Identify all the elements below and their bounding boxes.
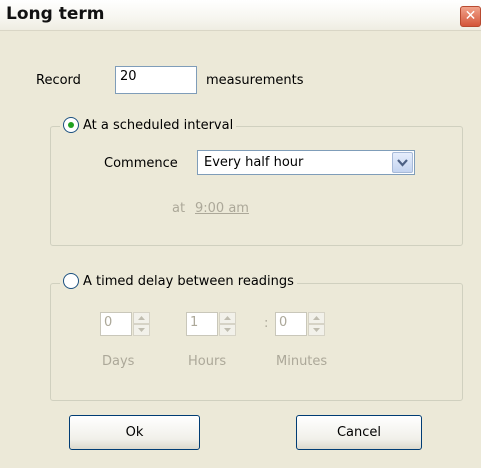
timed-delay-group [50, 283, 463, 401]
spin-up-icon[interactable] [219, 312, 236, 324]
spin-down-icon[interactable] [308, 324, 325, 336]
measurements-label: measurements [206, 73, 304, 88]
hours-label: Hours [188, 354, 227, 369]
chevron-down-icon[interactable] [392, 152, 413, 173]
spin-up-icon[interactable] [308, 312, 325, 324]
radio-selected-icon [63, 117, 79, 133]
radio-unselected-icon [63, 273, 79, 289]
scheduled-interval-label: At a scheduled interval [83, 117, 234, 133]
spin-down-icon[interactable] [219, 324, 236, 336]
minutes-label: Minutes [276, 354, 328, 369]
commence-label: Commence [104, 156, 178, 171]
cancel-button[interactable]: Cancel [296, 415, 422, 450]
record-count-input[interactable]: 20 [115, 66, 197, 94]
cancel-button-label: Cancel [336, 425, 382, 440]
record-count-value: 20 [120, 69, 137, 84]
scheduled-interval-radio[interactable]: At a scheduled interval [60, 117, 237, 133]
commence-selected-value: Every half hour [204, 155, 304, 170]
commence-select[interactable]: Every half hour [197, 150, 415, 175]
close-icon: ✕ [464, 8, 477, 24]
time-link[interactable]: 9:00 am [195, 201, 249, 216]
hours-spinner[interactable]: 1 [186, 312, 236, 336]
timed-delay-radio[interactable]: A timed delay between readings [60, 273, 297, 289]
close-button[interactable]: ✕ [460, 6, 481, 27]
timed-delay-label: A timed delay between readings [83, 273, 294, 289]
ok-button[interactable]: Ok [69, 415, 200, 450]
spin-up-icon[interactable] [133, 312, 150, 324]
minutes-spinner[interactable]: 0 [275, 312, 325, 336]
hours-value[interactable]: 1 [186, 312, 218, 336]
days-spinner[interactable]: 0 [100, 312, 150, 336]
scheduled-interval-group [50, 126, 463, 246]
time-separator: : [264, 316, 269, 331]
minutes-value[interactable]: 0 [275, 312, 307, 336]
record-label: Record [36, 73, 81, 88]
title-bar: Long term ✕ [0, 0, 481, 31]
dialog-window: Long term ✕ Record 20 measurements At a … [0, 0, 481, 468]
at-label: at [172, 201, 186, 216]
window-title: Long term [6, 4, 105, 24]
days-value[interactable]: 0 [100, 312, 132, 336]
days-label: Days [102, 354, 135, 369]
ok-button-label: Ok [125, 425, 144, 440]
spin-down-icon[interactable] [133, 324, 150, 336]
